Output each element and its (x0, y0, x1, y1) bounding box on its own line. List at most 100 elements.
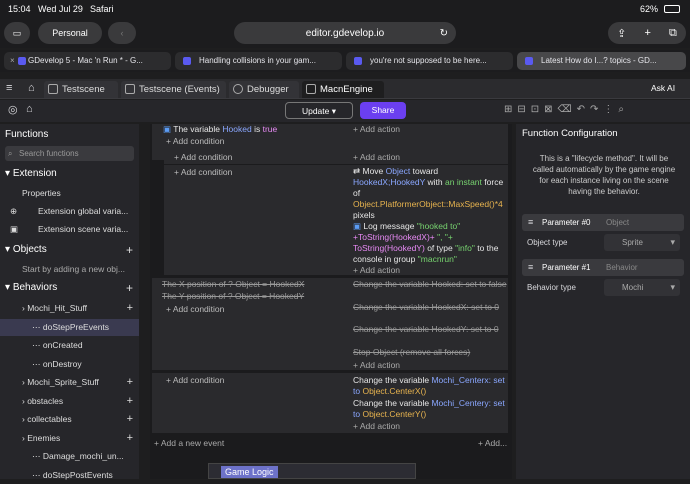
behavior-item[interactable]: › obstacles + (0, 393, 139, 410)
condition-hooked[interactable]: ▣ The variable Hooked is true (163, 124, 277, 135)
browser-tab[interactable]: you're not supposed to be here... (346, 52, 513, 70)
add-action-link[interactable]: + Add action (353, 360, 400, 371)
sidebar-item-properties[interactable]: Properties (0, 185, 139, 202)
tab-testscene[interactable]: Testscene (44, 81, 118, 98)
function-item[interactable]: ⋯ onDestroy (0, 356, 139, 373)
action-centerx[interactable]: Change the variable Mochi_Centerx: set t… (353, 375, 508, 397)
drag-handle-icon[interactable]: ≡ (528, 262, 533, 272)
browser-tab[interactable]: × GDevelop 5 - Mac 'n Run * - G... (4, 52, 171, 70)
browser-tab[interactable]: Handling collisions in your gam... (175, 52, 342, 70)
sidebar-item-global-variables[interactable]: ⊕ Extension global varia... (0, 203, 139, 220)
update-button[interactable]: Update ▾ (285, 102, 353, 119)
behavior-item[interactable]: › Mochi_Sprite_Stuff + (0, 374, 139, 391)
disabled-action-hookedx[interactable]: Change the variable HookedX: set to 0 (353, 302, 508, 313)
drag-handle-icon[interactable]: ≡ (528, 217, 533, 227)
item-label: Damage_mochi_un... (42, 451, 124, 461)
project-manager-icon[interactable]: ⌂ (26, 103, 33, 115)
disabled-action-hookedy[interactable]: Change the variable HookedY: set to 0 (353, 324, 508, 335)
preview-icon[interactable]: ◎ (8, 103, 18, 116)
add-more-button[interactable]: + Add... (478, 438, 507, 449)
add-condition-link[interactable]: + Add condition (166, 136, 224, 146)
function-item[interactable]: ⋯ onCreated (0, 337, 139, 354)
action-centery[interactable]: Change the variable Mochi_Centery: set t… (353, 398, 508, 420)
add-function-icon[interactable]: + (127, 411, 133, 428)
tab-testscene-events[interactable]: Testscene (Events) (121, 81, 226, 98)
safari-actions: ⇪ + ⧉ (608, 22, 686, 44)
extension-section[interactable]: ▾ Extension (0, 165, 139, 183)
add-condition-link[interactable]: + Add condition (174, 152, 232, 162)
reload-icon[interactable]: ↻ (440, 28, 448, 39)
add-function-icon[interactable]: + (127, 300, 133, 317)
editor-toolbar: ◎ ⌂ Update ▾ Share ⊞⊟⊡⊠⌫↶↷⋮⌕ (0, 100, 690, 122)
menu-icon[interactable]: ≡ (6, 82, 12, 94)
functions-title-label: Functions (5, 129, 49, 140)
move-action[interactable]: ⇄ Move Object toward HookedX;HookedY wit… (353, 166, 505, 221)
disabled-action-stop[interactable]: Stop Object (remove all forces) (353, 347, 470, 358)
function-item[interactable]: ⋯ Damage_mochi_un... (0, 448, 139, 465)
add-function-icon[interactable]: + (127, 393, 133, 410)
profile-button[interactable]: Personal (38, 22, 102, 44)
add-function-icon[interactable]: + (127, 430, 133, 447)
new-tab-icon[interactable]: + (644, 27, 650, 39)
behavior-item[interactable]: › Mochi_Hit_Stuff + (0, 300, 139, 317)
parameter-1-row[interactable]: ≡ Parameter #1 Behavior (522, 259, 684, 276)
behavior-item[interactable]: › Enemies + (0, 430, 139, 447)
add-action-link[interactable]: + Add action (353, 421, 400, 432)
function-icon: ⋯ (32, 358, 43, 369)
tab-debugger[interactable]: Debugger (229, 81, 299, 98)
search-input[interactable]: ⌕ Search functions (5, 146, 134, 161)
share-icon[interactable]: ⇪ (617, 27, 626, 40)
scene-icon: ▣ (10, 224, 19, 234)
function-item[interactable]: ⋯ doStepPostEvents (0, 467, 139, 484)
tab-label: Handling collisions in your gam... (199, 56, 316, 65)
browser-tab-active[interactable]: Latest How do I...? topics - GD... (517, 52, 686, 70)
tab-macnengine[interactable]: MacnEngine (302, 81, 384, 98)
add-condition-link[interactable]: + Add condition (174, 167, 232, 177)
add-new-event-button[interactable]: + Add a new event (154, 438, 224, 449)
add-function-icon[interactable]: + (127, 374, 133, 391)
parameter-0-row[interactable]: ≡ Parameter #0 Object (522, 214, 684, 231)
behavior-type-label: Behavior type (527, 283, 576, 292)
behavior-type-select[interactable]: Mochi ▾ (604, 279, 680, 296)
objects-section[interactable]: ▾ Objects + (0, 241, 139, 259)
log-action[interactable]: ▣ Log message "hooked to" +ToString(Hook… (353, 221, 508, 265)
add-action-link[interactable]: + Add action (353, 152, 400, 163)
event-tools-icon[interactable]: ⊞⊟⊡⊠⌫↶↷⋮⌕ (504, 104, 629, 115)
function-item[interactable]: ⋯ doStepPreEvents (0, 318, 139, 336)
status-bar: 15:04 Wed Jul 29 Safari 62% (0, 0, 690, 18)
sidebar-toggle-icon[interactable]: ▭ (4, 22, 30, 44)
add-behavior-icon[interactable]: + (126, 279, 133, 297)
add-condition-link[interactable]: + Add condition (166, 375, 224, 385)
tab-label: Debugger (247, 84, 289, 95)
ask-ai-button[interactable]: Ask AI (651, 83, 675, 93)
function-configuration-panel: Function Configuration This is a "lifecy… (516, 124, 690, 479)
disabled-condition-y[interactable]: The Y position of ? Object = HookedY (162, 291, 304, 302)
item-label: Mochi_Hit_Stuff (27, 303, 88, 313)
events-sheet: ▣ The variable Hooked is true + Add cond… (150, 124, 512, 479)
favicon-icon (354, 57, 362, 65)
favicon-icon (18, 57, 26, 65)
add-action-link[interactable]: + Add action (353, 124, 400, 135)
parameter-1-label: Parameter #1 (542, 263, 591, 272)
add-action-link[interactable]: + Add action (353, 265, 400, 276)
item-label: onCreated (42, 340, 83, 350)
close-icon[interactable]: × (10, 52, 15, 70)
back-icon[interactable]: ‹ (108, 22, 136, 44)
event-group[interactable]: Game Logic (208, 463, 416, 479)
add-object-icon[interactable]: + (126, 241, 133, 259)
home-icon[interactable]: ⌂ (28, 82, 35, 94)
object-type-select[interactable]: Sprite ▾ (604, 234, 680, 251)
tabs-overview-icon[interactable]: ⧉ (669, 27, 677, 40)
address-bar[interactable]: editor.gdevelop.io ↻ (234, 22, 456, 44)
behavior-item[interactable]: › collectables + (0, 411, 139, 428)
disabled-condition-x[interactable]: The X position of ? Object = HookedX (162, 279, 304, 290)
sidebar-item-scene-variables[interactable]: ▣ Extension scene varia... (0, 221, 139, 238)
add-condition-link[interactable]: + Add condition (166, 304, 224, 314)
item-label: Properties (22, 188, 61, 198)
disabled-action-hooked[interactable]: Change the variable Hooked: set to false (353, 279, 508, 290)
behaviors-section[interactable]: ▾ Behaviors + (0, 279, 139, 297)
share-button[interactable]: Share (360, 102, 406, 119)
favicon-icon (183, 57, 191, 65)
lifecycle-description: This is a "lifecycle method". It will be… (532, 154, 676, 196)
functions-sidebar: Functions ⌕ Search functions ▾ Extension … (0, 124, 139, 480)
